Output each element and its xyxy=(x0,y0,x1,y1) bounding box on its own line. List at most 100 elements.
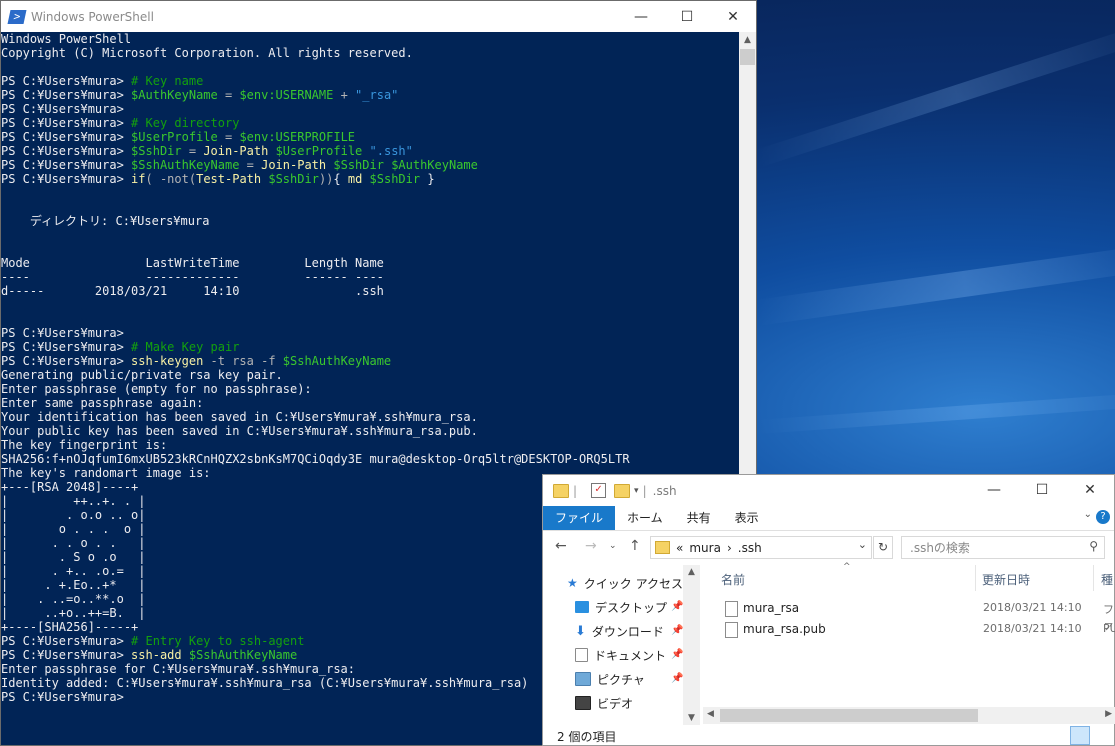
console-line: Windows PowerShell xyxy=(1,32,739,46)
console-segment: Your identification has been saved in C:… xyxy=(1,410,478,424)
address-bar[interactable]: « mura › .ssh ⌄ xyxy=(650,536,872,559)
nav-item-videos[interactable]: ビデオ xyxy=(575,692,633,714)
console-segment: The key's randomart image is: xyxy=(1,466,211,480)
file-list: ^ 名前 更新日時 種 mura_rsa 2018/03/21 14:10 ファ… xyxy=(703,562,1115,725)
console-segment: = xyxy=(239,158,262,172)
large-icons-view-icon[interactable] xyxy=(1094,726,1112,743)
download-icon: ⬇ xyxy=(575,623,586,639)
console-segment: -not xyxy=(159,172,189,186)
scrollbar-thumb[interactable] xyxy=(740,49,755,65)
address-overflow[interactable]: « xyxy=(676,541,683,555)
console-segment: # Key name xyxy=(131,74,204,88)
tab-view[interactable]: 表示 xyxy=(723,506,771,530)
column-header-type[interactable]: 種 xyxy=(1101,571,1113,588)
console-line: PS C:¥Users¥mura> $UserProfile = $env:US… xyxy=(1,130,739,144)
console-segment: Identity added: C:¥Users¥mura¥.ssh¥mura_… xyxy=(1,676,529,690)
address-dropdown-icon[interactable]: ⌄ xyxy=(858,538,867,551)
console-segment: | . ..=o..**.o | xyxy=(1,592,146,606)
console-segment: $SshAuthKeyName xyxy=(131,158,240,172)
recent-locations-icon[interactable]: ⌄ xyxy=(609,541,617,551)
nav-item-quick-access[interactable]: ★ クイック アクセス xyxy=(567,572,683,594)
scroll-down-arrow-icon[interactable]: ▼ xyxy=(683,713,700,723)
console-line: ディレクトリ: C:¥Users¥mura xyxy=(1,214,739,228)
console-line: d----- 2018/03/21 14:10 .ssh xyxy=(1,284,739,298)
close-button[interactable]: ✕ xyxy=(710,1,756,32)
scroll-left-arrow-icon[interactable]: ◀ xyxy=(707,709,714,719)
expand-ribbon-icon[interactable]: ⌄ xyxy=(1084,509,1092,520)
help-icon[interactable]: ? xyxy=(1096,510,1110,524)
new-folder-icon[interactable] xyxy=(614,483,631,498)
console-segment: { xyxy=(333,172,348,186)
desktop-light-beam xyxy=(754,20,1115,168)
powershell-titlebar[interactable]: > Windows PowerShell — ☐ ✕ xyxy=(1,1,756,32)
scroll-up-arrow-icon[interactable]: ▲ xyxy=(739,32,756,49)
console-segment: Enter passphrase (empty for no passphras… xyxy=(1,382,312,396)
nav-item-desktop[interactable]: デスクトップ xyxy=(575,596,667,618)
search-input[interactable]: .sshの検索 ⚲ xyxy=(901,536,1105,559)
up-arrow-icon[interactable]: ↑ xyxy=(629,538,641,554)
console-segment: | . S o .o | xyxy=(1,550,146,564)
console-segment: $SshDir xyxy=(268,172,319,186)
explorer-window[interactable]: | ✓ ▾ | .ssh — ☐ ✕ ファイル ホーム 共有 表示 ⌄ ? ← … xyxy=(542,474,1115,746)
file-row[interactable]: mura_rsa 2018/03/21 14:10 ファ xyxy=(703,597,1115,632)
console-segment: $SshDir xyxy=(333,158,384,172)
scroll-right-arrow-icon[interactable]: ▶ xyxy=(1105,709,1112,719)
console-segment: = xyxy=(181,144,204,158)
maximize-button[interactable]: ☐ xyxy=(664,1,710,32)
customize-quick-access-icon[interactable]: ▾ xyxy=(634,486,639,496)
console-segment: # Key directory xyxy=(131,116,240,130)
console-segment: | . . o . . | xyxy=(1,536,146,550)
forward-arrow-icon[interactable]: → xyxy=(585,538,597,554)
console-segment: Join-Path xyxy=(203,144,269,158)
console-segment: PS C:¥Users¥mura> xyxy=(1,116,132,130)
horizontal-scrollbar[interactable]: ◀ ▶ xyxy=(703,707,1115,724)
console-segment xyxy=(362,144,369,158)
console-segment: PS C:¥Users¥mura> xyxy=(1,172,132,186)
nav-scrollbar[interactable]: ▲ ▼ xyxy=(683,565,700,725)
column-header-date[interactable]: 更新日時 xyxy=(982,571,1030,588)
sort-ascending-icon: ^ xyxy=(843,562,851,572)
explorer-titlebar[interactable]: | ✓ ▾ | .ssh — ☐ ✕ xyxy=(543,475,1114,506)
file-row[interactable]: mura_rsa.pub 2018/03/21 14:10 PU xyxy=(703,618,1115,640)
close-button[interactable]: ✕ xyxy=(1066,475,1114,505)
console-segment xyxy=(268,144,275,158)
console-segment: $SshDir xyxy=(369,172,421,186)
console-line: Your identification has been saved in C:… xyxy=(1,410,739,424)
minimize-button[interactable]: — xyxy=(970,475,1018,505)
file-date: 2018/03/21 14:10 xyxy=(983,622,1082,635)
console-segment: $env:USERPROFILE xyxy=(239,130,356,144)
maximize-button[interactable]: ☐ xyxy=(1018,475,1066,505)
nav-item-pictures[interactable]: ピクチャ xyxy=(575,668,645,690)
scrollbar-thumb[interactable] xyxy=(720,709,978,722)
nav-item-downloads[interactable]: ⬇ ダウンロード xyxy=(575,620,664,642)
tab-file[interactable]: ファイル xyxy=(543,506,616,530)
console-segment: | ++..+. . | xyxy=(1,494,146,508)
console-line: Mode LastWriteTime Length Name xyxy=(1,256,739,270)
back-arrow-icon[interactable]: ← xyxy=(555,538,567,554)
console-segment: ssh-keygen xyxy=(131,354,204,368)
scroll-up-arrow-icon[interactable]: ▲ xyxy=(683,567,700,577)
console-segment: Enter passphrase for C:¥Users¥mura¥.ssh¥… xyxy=(1,662,356,676)
console-segment: PS C:¥Users¥mura> xyxy=(1,74,132,88)
tab-home[interactable]: ホーム xyxy=(615,506,675,530)
pin-icon: 📌 xyxy=(671,673,684,684)
breadcrumb-ssh[interactable]: .ssh xyxy=(738,541,762,555)
video-icon xyxy=(575,696,591,710)
minimize-button[interactable]: — xyxy=(618,1,664,32)
console-segment: Join-Path xyxy=(261,158,327,172)
file-name: mura_rsa xyxy=(743,601,800,615)
console-segment: if xyxy=(131,172,146,186)
refresh-icon[interactable]: ↻ xyxy=(873,536,893,559)
nav-item-documents[interactable]: ドキュメント xyxy=(575,644,666,666)
console-segment: Mode LastWriteTime Length Name xyxy=(1,256,384,270)
breadcrumb-mura[interactable]: mura xyxy=(689,541,721,555)
column-header-name[interactable]: 名前 xyxy=(721,571,745,588)
console-line: Your public key has been saved in C:¥Use… xyxy=(1,424,739,438)
properties-icon[interactable]: ✓ xyxy=(591,483,607,498)
console-line: ---- ------------- ------ ---- xyxy=(1,270,739,284)
file-icon xyxy=(725,622,738,638)
details-view-icon[interactable] xyxy=(1070,726,1090,745)
tab-share[interactable]: 共有 xyxy=(675,506,723,530)
